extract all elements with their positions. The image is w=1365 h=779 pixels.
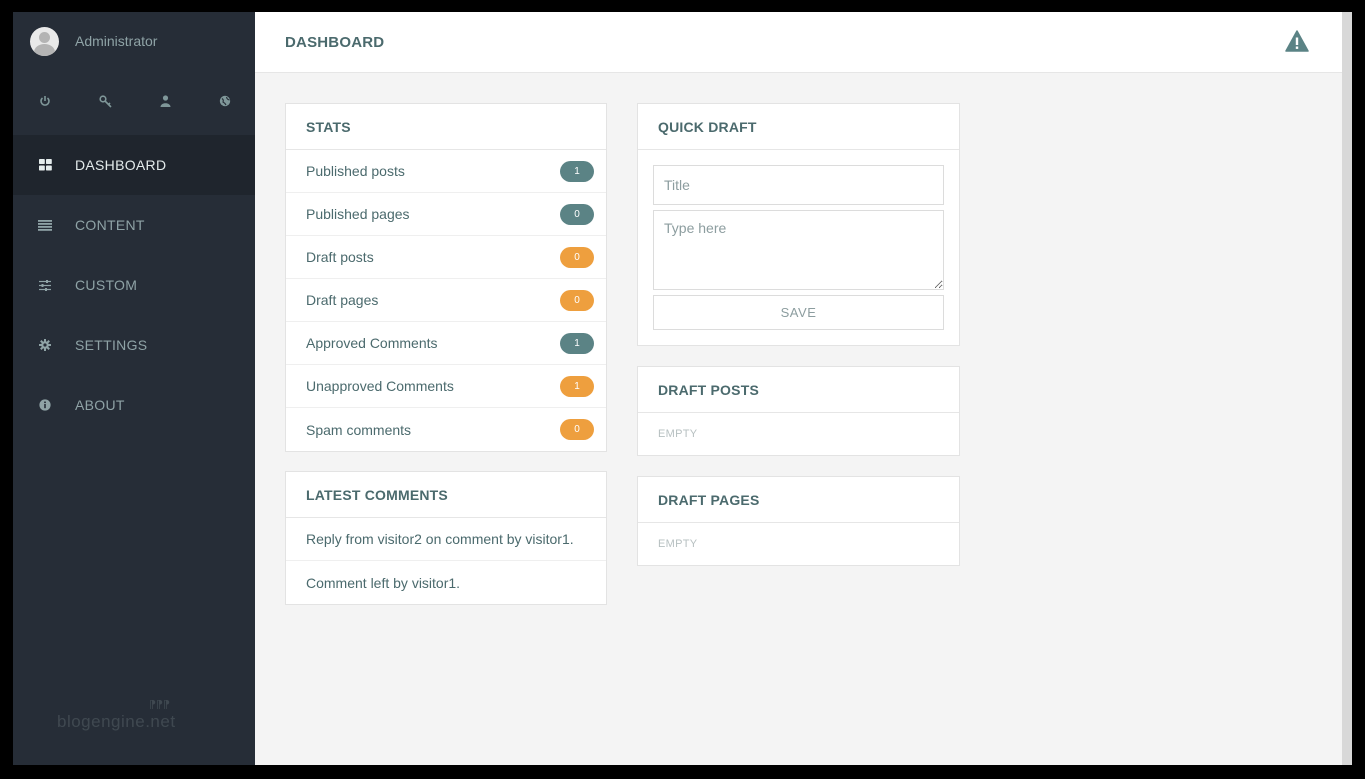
sidebar-item-dashboard[interactable]: DASHBOARD xyxy=(13,135,255,195)
stat-row-draft-posts[interactable]: Draft posts 0 xyxy=(286,236,606,279)
panel-title: DRAFT PAGES xyxy=(658,491,760,508)
save-button[interactable]: SAVE xyxy=(653,295,944,330)
brand-watermark: ⁋⁋⁋ blogengine.net xyxy=(57,699,176,731)
count-badge: 1 xyxy=(560,161,594,182)
count-badge: 0 xyxy=(560,290,594,311)
power-icon[interactable] xyxy=(36,92,54,110)
top-bar: DASHBOARD xyxy=(255,12,1342,73)
latest-comments-panel: LATEST COMMENTS Reply from visitor2 on c… xyxy=(285,471,607,605)
user-name[interactable]: Administrator xyxy=(75,33,157,49)
draft-body-textarea[interactable] xyxy=(653,210,944,290)
panel-title: DRAFT POSTS xyxy=(658,381,759,398)
sidebar: Administrator DASHBOARD CONTENT CUSTOM S… xyxy=(13,12,255,765)
sidebar-nav: DASHBOARD CONTENT CUSTOM SETTINGS ABOUT xyxy=(13,135,255,435)
globe-icon[interactable] xyxy=(216,92,234,110)
count-badge: 0 xyxy=(560,247,594,268)
sidebar-item-label: CUSTOM xyxy=(75,277,138,293)
count-badge: 1 xyxy=(560,333,594,354)
stat-row-spam-comments[interactable]: Spam comments 0 xyxy=(286,408,606,451)
page-title: DASHBOARD xyxy=(285,34,385,51)
draft-posts-panel: DRAFT POSTS EMPTY xyxy=(637,366,960,456)
panel-title: LATEST COMMENTS xyxy=(306,486,448,503)
count-badge: 0 xyxy=(560,419,594,440)
stat-label: Spam comments xyxy=(306,421,412,438)
panel-title: STATS xyxy=(306,118,351,135)
sidebar-item-settings[interactable]: SETTINGS xyxy=(13,315,255,375)
list-item[interactable]: Comment left by visitor1. xyxy=(286,561,606,604)
stat-row-approved-comments[interactable]: Approved Comments 1 xyxy=(286,322,606,365)
sidebar-item-content[interactable]: CONTENT xyxy=(13,195,255,255)
sliders-icon xyxy=(37,277,53,293)
list-icon xyxy=(37,217,53,233)
count-badge: 0 xyxy=(560,204,594,225)
app-window: Administrator DASHBOARD CONTENT CUSTOM S… xyxy=(13,12,1342,765)
count-badge: 1 xyxy=(560,376,594,397)
stat-row-unapproved-comments[interactable]: Unapproved Comments 1 xyxy=(286,365,606,408)
stat-label: Draft pages xyxy=(306,292,379,308)
sidebar-item-label: SETTINGS xyxy=(75,337,148,353)
stat-label: Draft posts xyxy=(306,249,374,265)
user-icon[interactable] xyxy=(156,92,174,110)
quick-actions xyxy=(13,84,255,120)
stat-row-published-pages[interactable]: Published pages 0 xyxy=(286,193,606,236)
stat-row-draft-pages[interactable]: Draft pages 0 xyxy=(286,279,606,322)
empty-state-text: EMPTY xyxy=(658,538,698,550)
comment-text: Reply from visitor2 on comment by visito… xyxy=(306,531,574,547)
stat-row-published-posts[interactable]: Published posts 1 xyxy=(286,150,606,193)
scrollbar[interactable] xyxy=(1342,12,1352,765)
quick-draft-panel: QUICK DRAFT SAVE xyxy=(637,103,960,346)
gear-icon xyxy=(37,337,53,353)
empty-state-text: EMPTY xyxy=(658,428,698,440)
avatar[interactable] xyxy=(30,27,59,56)
stat-label: Published posts xyxy=(306,163,405,179)
stat-label: Approved Comments xyxy=(306,335,438,351)
sidebar-item-label: ABOUT xyxy=(75,397,125,413)
sidebar-item-custom[interactable]: CUSTOM xyxy=(13,255,255,315)
stat-label: Published pages xyxy=(306,206,410,222)
sidebar-item-label: DASHBOARD xyxy=(75,157,167,173)
comment-text: Comment left by visitor1. xyxy=(306,574,461,591)
sidebar-item-label: CONTENT xyxy=(75,217,145,233)
stat-label: Unapproved Comments xyxy=(306,378,454,394)
list-item[interactable]: Reply from visitor2 on comment by visito… xyxy=(286,518,606,561)
grid-icon xyxy=(37,157,53,173)
info-icon xyxy=(37,397,53,413)
key-icon[interactable] xyxy=(96,92,114,110)
sidebar-item-about[interactable]: ABOUT xyxy=(13,375,255,435)
warning-icon[interactable] xyxy=(1285,30,1309,52)
stats-panel: STATS Published posts 1 Published pages … xyxy=(285,103,607,452)
user-profile[interactable]: Administrator xyxy=(13,12,255,72)
panel-title: QUICK DRAFT xyxy=(658,118,757,135)
draft-title-input[interactable] xyxy=(653,165,944,205)
draft-pages-panel: DRAFT PAGES EMPTY xyxy=(637,476,960,566)
